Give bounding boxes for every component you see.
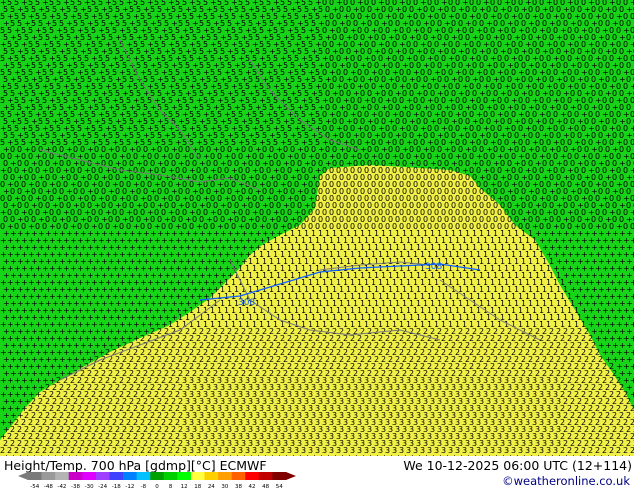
weather-map: +5 5 +5 5 +5 5 +5 5 +5 5 +5 5 +5 5 +5 5 +5 5 +5 5 +5 5 +5 5 +5 5 +…: [0, 0, 634, 456]
map-canvas: +5 5 +5 5 +5 5 +5 5 +5 5 +5 5 +5 5 +5 5 +5 5 +5 5 +5 5 +5 5 +5 5 +…: [0, 0, 634, 456]
